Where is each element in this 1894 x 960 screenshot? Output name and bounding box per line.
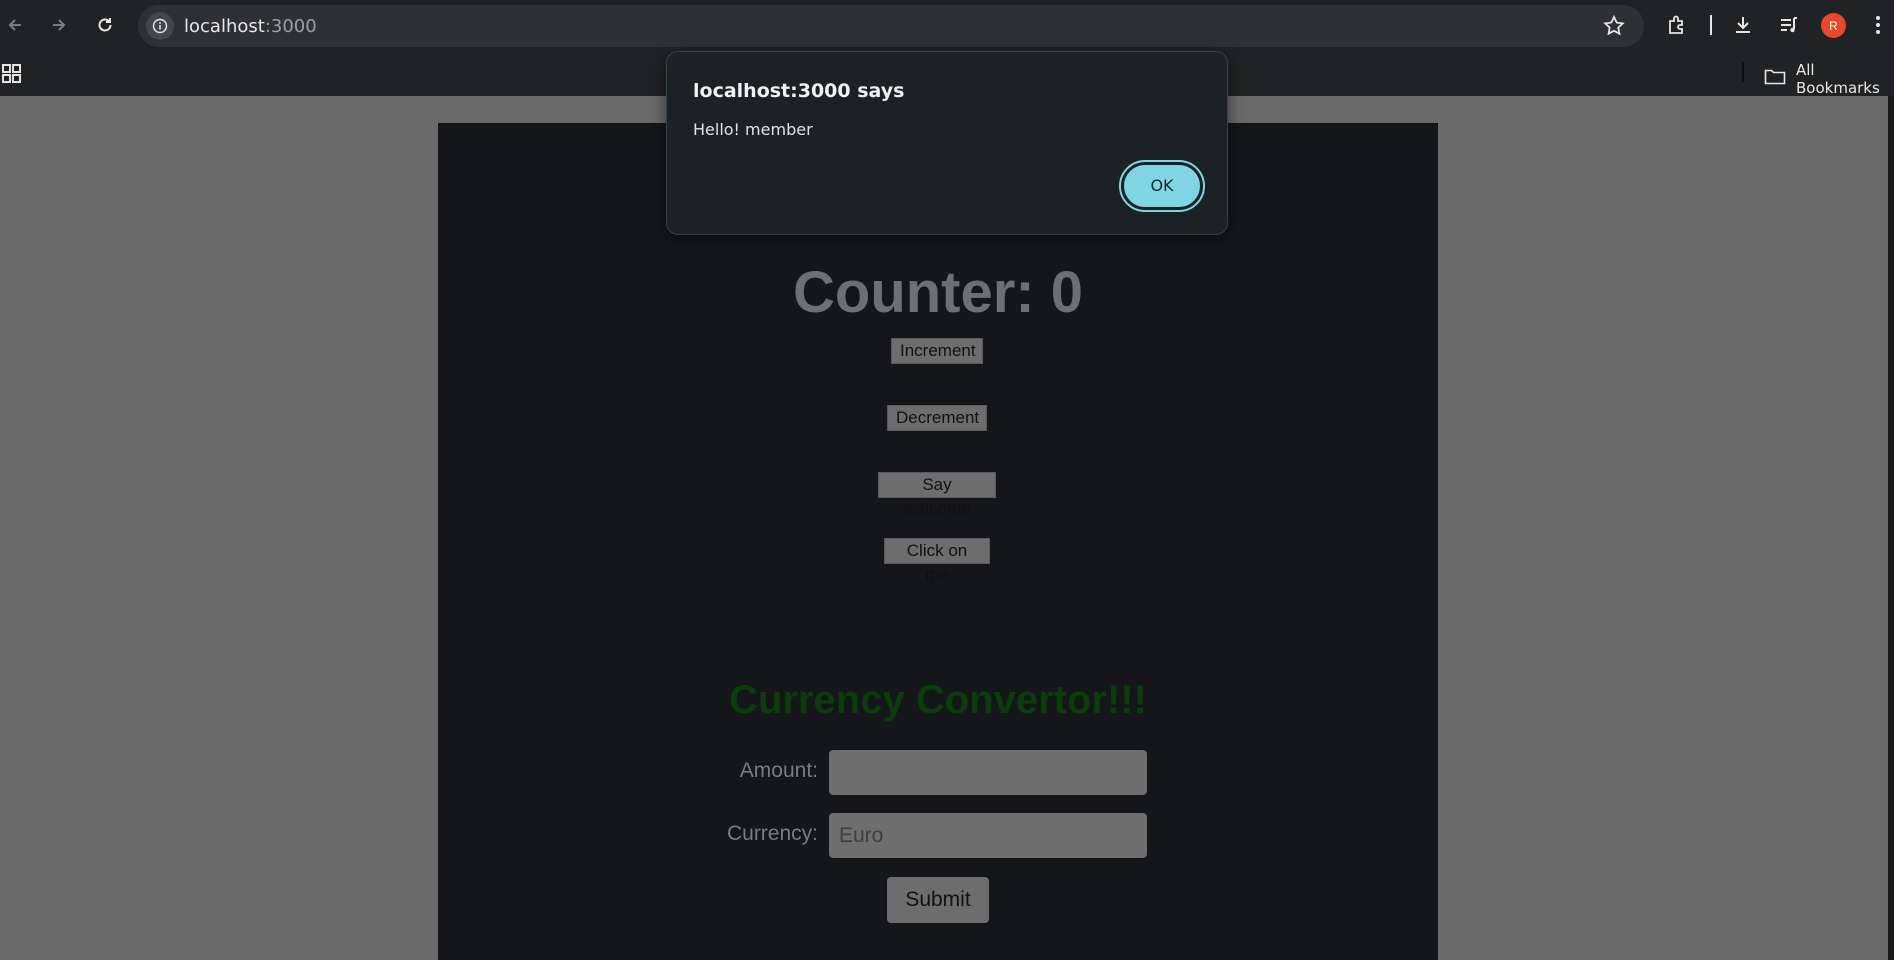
alert-dialog: localhost:3000 says Hello! member OK: [666, 51, 1228, 235]
kebab-menu-icon[interactable]: [1868, 14, 1888, 36]
url-text[interactable]: localhost:3000: [184, 16, 317, 37]
currency-input[interactable]: Euro: [829, 813, 1147, 858]
toolbar-divider: [1710, 15, 1712, 35]
amount-input[interactable]: [829, 750, 1147, 795]
submit-button[interactable]: Submit: [887, 877, 989, 923]
reload-icon[interactable]: [92, 12, 118, 38]
amount-label: Amount:: [739, 759, 818, 782]
forward-arrow-icon[interactable]: [46, 12, 72, 38]
decrement-button[interactable]: Decrement: [887, 405, 987, 431]
counter-heading: Counter: 0: [793, 260, 1083, 325]
url-port: :3000: [264, 16, 317, 37]
dialog-ok-button[interactable]: OK: [1119, 160, 1205, 212]
profile-avatar[interactable]: R: [1821, 13, 1846, 38]
dialog-message: Hello! member: [693, 120, 813, 139]
currency-convertor-heading: Currency Convertor!!!: [729, 678, 1147, 722]
folder-icon: [1764, 68, 1786, 90]
address-bar[interactable]: localhost:3000: [138, 5, 1644, 47]
bookmark-star-icon[interactable]: [1602, 14, 1626, 43]
site-info-icon[interactable]: [146, 12, 174, 40]
browser-toolbar: localhost:3000 R: [0, 0, 1894, 50]
say-welcome-button[interactable]: Say welcome: [878, 472, 996, 518]
currency-label: Currency:: [726, 822, 818, 845]
extensions-icon[interactable]: [1664, 12, 1690, 38]
page-scrollbar[interactable]: [1888, 96, 1894, 960]
app-container: Counter: 0 Increment Decrement Say welco…: [438, 123, 1438, 960]
download-icon[interactable]: [1730, 12, 1756, 38]
all-bookmarks-label: All Bookmarks: [1796, 61, 1880, 97]
click-on-me-button[interactable]: Click on me: [884, 538, 990, 584]
all-bookmarks-button[interactable]: All Bookmarks: [1764, 61, 1894, 97]
apps-grid-icon[interactable]: [2, 64, 22, 84]
url-host: localhost: [184, 16, 265, 37]
dialog-title: localhost:3000 says: [693, 80, 905, 102]
back-arrow-icon[interactable]: [2, 12, 28, 38]
increment-button[interactable]: Increment: [891, 338, 983, 364]
media-queue-icon[interactable]: [1776, 12, 1802, 38]
bookmarks-divider: [1742, 62, 1744, 82]
